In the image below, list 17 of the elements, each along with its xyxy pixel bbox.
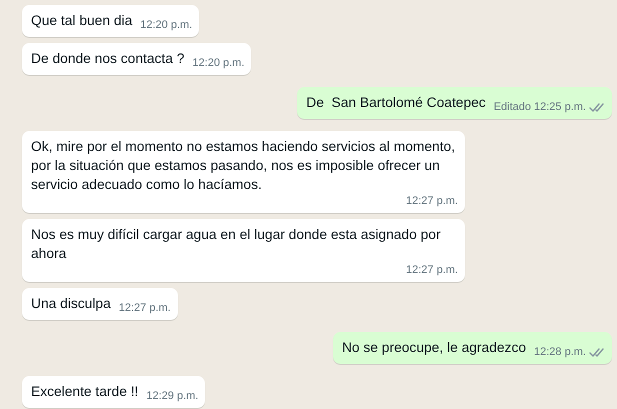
message-time: 12:20 p.m. [140,18,192,33]
message-time: 12:20 p.m. [192,56,244,71]
message-text: Una disculpa [31,295,111,313]
message-text: Nos es muy difícil cargar agua en el lugar donde esta asignado por ahora [31,226,442,263]
message-text: De San Bartolomé Coatepec [306,94,486,112]
message-time: 12:27 p.m. [406,194,458,209]
message-time: 12:27 p.m. [118,301,171,316]
message-text: No se preocupe, le agradezco [342,339,526,357]
message-time: 12:27 p.m. [406,263,458,278]
message-time: 12:29 p.m. [146,389,198,404]
message-text: Excelente tarde !! [31,383,138,401]
message-time: 12:28 p.m. [534,345,586,360]
message-text: Ok, mire por el momento no estamos haciendo servicios al momento, por la situación que estamos pasando, nos es imposible ofrecer un servicio adecuado como lo hacíamos. [31,138,456,194]
edited-label: Editado [494,100,532,115]
message-text: De donde nos contacta ? [31,50,184,68]
message-text: Que tal buen dia [31,12,132,30]
message-time: 12:25 p.m. [534,100,586,115]
